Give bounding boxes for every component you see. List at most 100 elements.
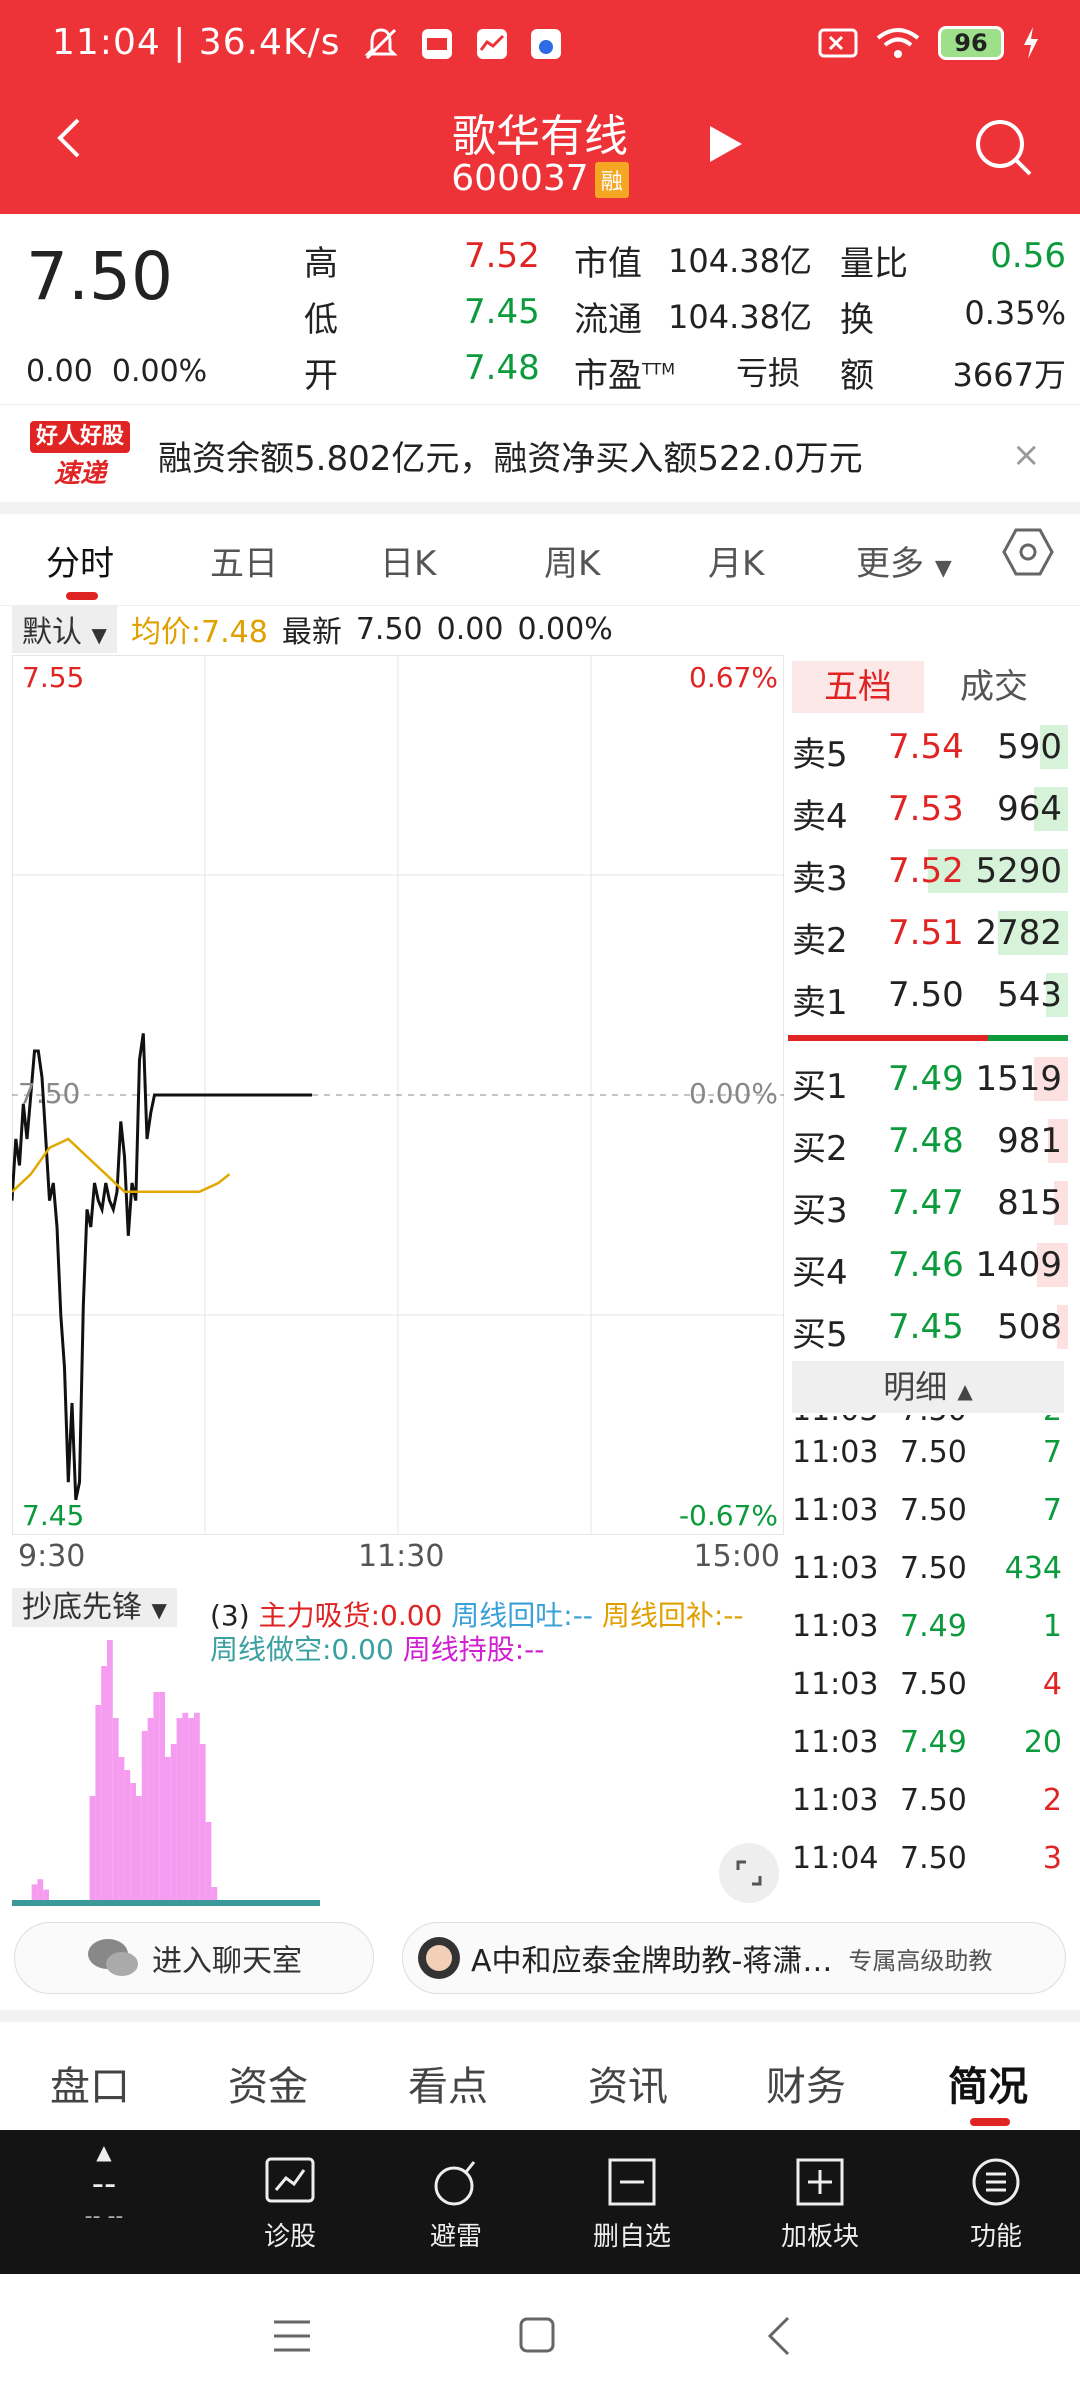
tab-five-day[interactable]: 五日 [210, 536, 278, 585]
level-volume: 815 [997, 1183, 1062, 1223]
network-speed: 36.4K/s [198, 22, 341, 63]
amount: 3667万 [952, 356, 1066, 394]
tab-trades[interactable]: 成交 [960, 661, 1060, 713]
plus-square-icon [796, 2158, 844, 2206]
level-volume: 590 [997, 727, 1062, 767]
indicator-bar [182, 1712, 189, 1900]
trade-row: 11:03 7.49 1 [792, 1609, 1062, 1644]
level-price: 7.51 [888, 913, 964, 953]
menu-icon[interactable] [272, 2318, 312, 2354]
level-volume: 964 [997, 789, 1062, 829]
indicator-bar [43, 1889, 49, 1900]
chat-icon [88, 1939, 138, 1976]
bid-row[interactable]: 买1 7.49 1519 [788, 1049, 1068, 1109]
ask-row[interactable]: 卖3 7.52 5290 [788, 841, 1068, 901]
level-price: 7.52 [888, 851, 964, 891]
ask-row[interactable]: 卖4 7.53 964 [788, 779, 1068, 839]
diagnose-button[interactable]: 诊股 [230, 2156, 350, 2253]
tab-intraday[interactable]: 分时 [46, 536, 114, 585]
indicator-bar [130, 1783, 136, 1900]
trade-row: 11:03 7.50 4 [792, 1667, 1062, 1702]
indicator-dropdown[interactable]: 抄底先锋 ▼ [12, 1588, 177, 1627]
home-icon[interactable] [518, 2316, 556, 2354]
back-nav-icon[interactable] [764, 2316, 794, 2356]
level-label: 卖3 [792, 859, 848, 899]
search-icon[interactable] [972, 116, 1036, 180]
indicator-bar [95, 1705, 102, 1900]
close-icon[interactable]: × [1012, 435, 1041, 475]
remove-watchlist-button[interactable]: 删自选 [572, 2156, 692, 2253]
play-icon[interactable] [708, 124, 744, 164]
bid-row[interactable]: 买5 7.45 508 [788, 1297, 1068, 1357]
tab-highlights[interactable]: 看点 [408, 2054, 488, 2112]
tab-daily-k[interactable]: 日K [380, 536, 436, 585]
tab-five-levels[interactable]: 五档 [792, 661, 924, 713]
mid-price-label: 7.50 [18, 1077, 81, 1110]
level-label: 卖4 [792, 797, 848, 837]
trade-row: 11:04 7.50 3 [792, 1841, 1062, 1876]
indicator-bar [211, 1887, 218, 1900]
indicator-bar [118, 1757, 125, 1900]
settings-icon[interactable] [1002, 526, 1054, 578]
bomb-icon [434, 2161, 476, 2206]
indicator-bar [159, 1692, 165, 1900]
bid-row[interactable]: 买2 7.48 981 [788, 1111, 1068, 1171]
indicator-bar [124, 1770, 131, 1900]
intraday-chart[interactable]: 7.55 7.45 0.67% -0.67% 7.50 0.00% 9:30 1… [10, 654, 785, 1900]
trade-row: 11:03 7.49 20 [792, 1725, 1062, 1760]
tab-order-book[interactable]: 盘口 [50, 2054, 130, 2112]
tab-weekly-k[interactable]: 周K [544, 536, 600, 585]
level-price: 7.45 [888, 1307, 964, 1347]
mode-dropdown[interactable]: 默认 ▼ [12, 605, 117, 653]
ask-row[interactable]: 卖1 7.50 543 [788, 965, 1068, 1025]
indicator-bar [112, 1718, 119, 1900]
screen-icon [818, 28, 858, 58]
bid-row[interactable]: 买3 7.47 815 [788, 1173, 1068, 1233]
level-label: 卖2 [792, 921, 848, 961]
pct-min-label: -0.67% [678, 1499, 778, 1532]
ask-bid-divider-green [988, 1035, 1068, 1041]
assistant-banner[interactable]: A中和应泰金牌助教-蒋潇… 专属高级助教 [402, 1922, 1066, 1994]
avatar [418, 1937, 460, 1979]
indicator-bar [101, 1666, 107, 1900]
time-label-mid: 11:30 [358, 1539, 445, 1574]
avoid-risk-button[interactable]: 避雷 [396, 2156, 516, 2253]
news-text[interactable]: 融资余额5.802亿元，融资净买入额522.0万元 [158, 431, 863, 480]
chat-room-button[interactable]: 进入聊天室 [14, 1922, 374, 1994]
indicator-bar [170, 1744, 177, 1900]
level-volume: 543 [997, 975, 1062, 1015]
caret-down-icon: ▼ [151, 1598, 167, 1622]
fullscreen-icon[interactable] [718, 1842, 780, 1904]
ask-row[interactable]: 卖2 7.51 2782 [788, 903, 1068, 963]
action-toolbar: ▲ -- -- -- 诊股 避雷 删自选 加板块 功能 [0, 2130, 1080, 2274]
tab-funds[interactable]: 资金 [228, 2054, 308, 2112]
low-price: 7.45 [464, 292, 540, 332]
latest-price: 7.50 [355, 611, 423, 647]
tab-profile[interactable]: 简况 [948, 2054, 1028, 2112]
indicator-bar [199, 1744, 206, 1900]
functions-button[interactable]: 功能 [936, 2156, 1056, 2253]
tab-monthly-k[interactable]: 月K [708, 536, 764, 585]
app-header: 11:04 | 36.4K/s 96 歌华有线 600037 融 [0, 0, 1080, 214]
level-price: 7.50 [888, 975, 964, 1015]
indicator-bar [153, 1692, 160, 1900]
detail-toggle[interactable]: 明细 ▲ [792, 1361, 1064, 1413]
indicator-chart-svg [12, 1640, 320, 1906]
margin-badge: 融 [594, 162, 629, 198]
indicator-bar [194, 1712, 200, 1900]
add-sector-button[interactable]: 加板块 [760, 2156, 880, 2253]
trade-list[interactable]: 11:037.502 11:037.507 11:037.507 11:037.504… [788, 1415, 1068, 1905]
ask-row[interactable]: 卖5 7.54 590 [788, 717, 1068, 777]
bid-row[interactable]: 买4 7.46 1409 [788, 1235, 1068, 1295]
indicator-bar [89, 1796, 96, 1900]
tab-more[interactable]: 更多 ▼ [856, 536, 952, 585]
price-change: 0.00 0.00% [26, 354, 208, 389]
chart-diagnose-icon [265, 2157, 315, 2203]
battery-indicator: 96 [938, 26, 1004, 60]
tab-news[interactable]: 资讯 [588, 2054, 668, 2112]
position-summary[interactable]: ▲ -- -- -- [54, 2140, 154, 2229]
order-book: 五档 成交 卖5 7.54 590 卖4 7.53 964 卖3 7.52 5290 卖2 7.51… [788, 655, 1068, 1905]
tab-financials[interactable]: 财务 [766, 2054, 846, 2112]
menu-circle-icon [972, 2158, 1020, 2206]
news-banner[interactable]: 好人好股 速递 融资余额5.802亿元，融资净买入额522.0万元 × [0, 404, 1080, 502]
